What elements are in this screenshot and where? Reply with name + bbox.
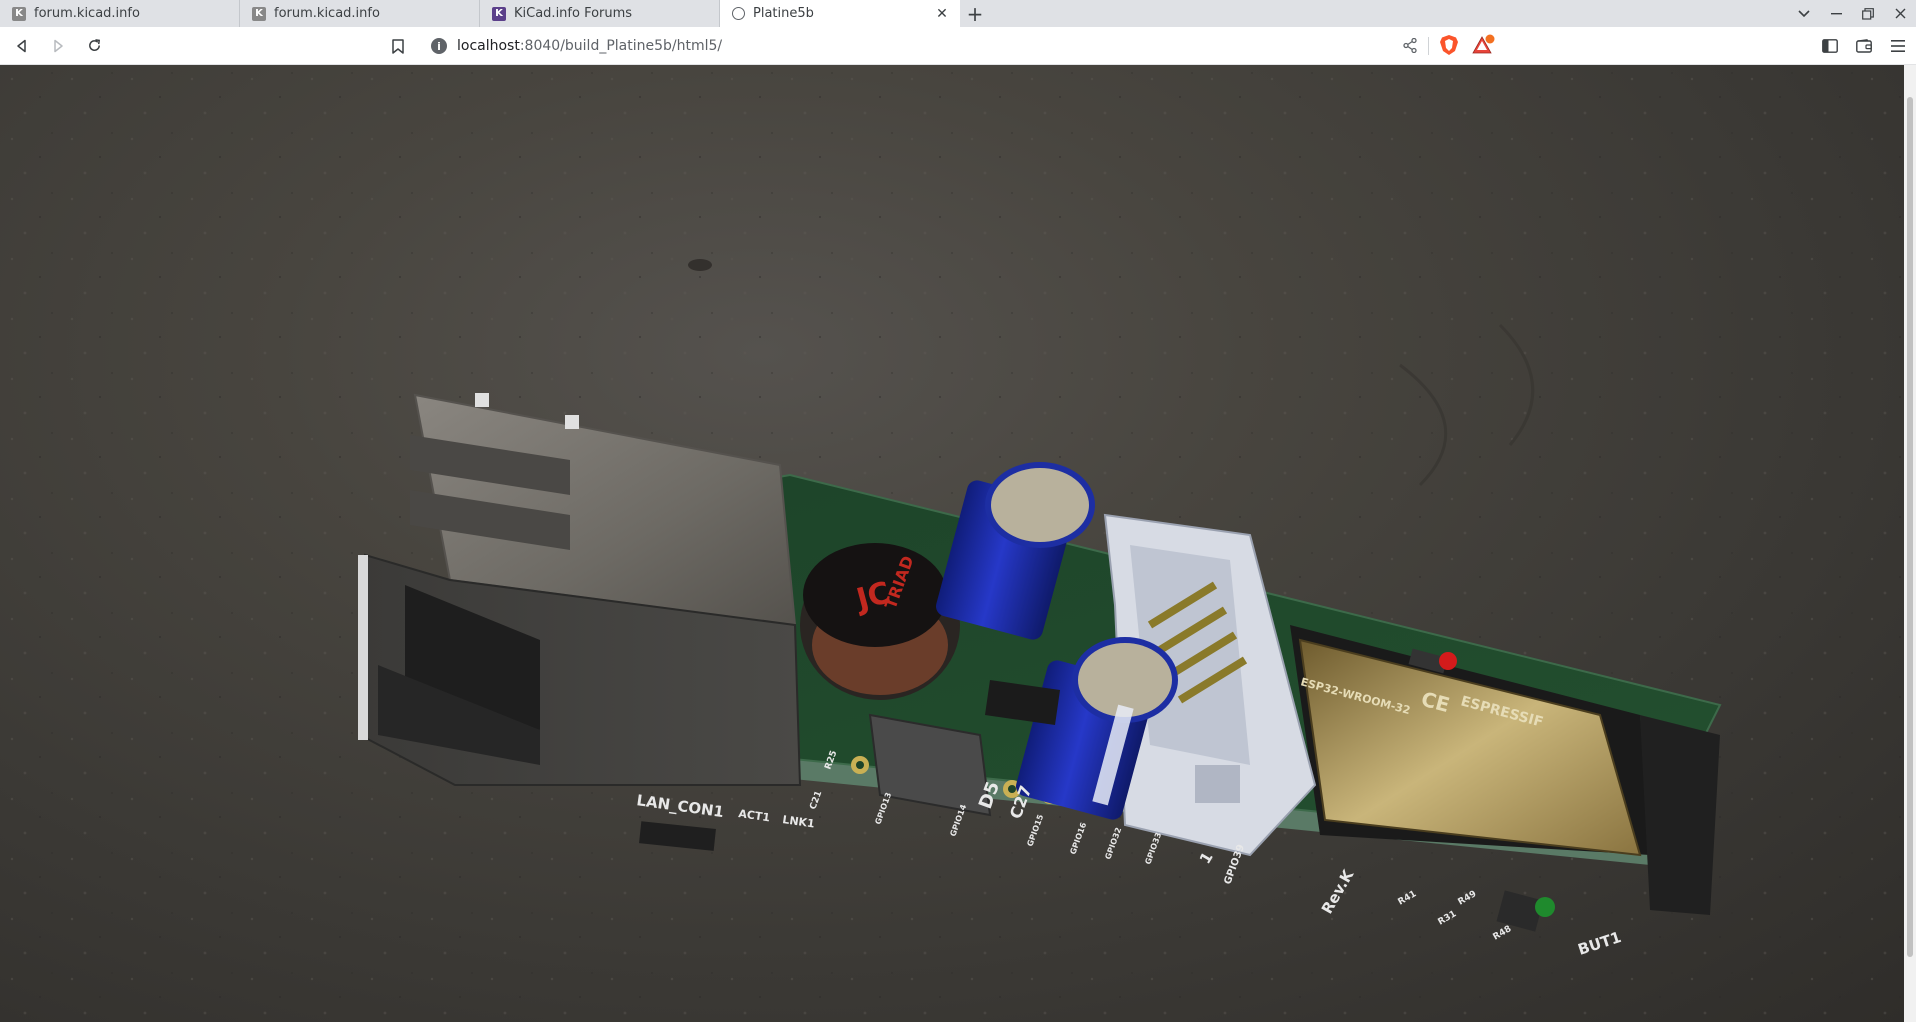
brave-shields-icon[interactable] bbox=[1438, 34, 1460, 56]
kicad-icon: K bbox=[12, 6, 26, 21]
back-button[interactable] bbox=[8, 32, 36, 60]
browser-toolbar: i localhost:8040/build_Platine5b/html5/ bbox=[0, 27, 1916, 65]
back-arrow-icon bbox=[17, 39, 26, 52]
reload-icon bbox=[88, 39, 100, 51]
hamburger-menu-icon bbox=[1891, 40, 1905, 52]
share-icon bbox=[1403, 37, 1417, 53]
close-window-button[interactable] bbox=[1884, 0, 1916, 27]
globe-icon bbox=[732, 7, 745, 20]
minimize-button[interactable] bbox=[1820, 0, 1852, 27]
wallet-button[interactable] bbox=[1852, 34, 1876, 58]
new-tab-button[interactable]: + bbox=[960, 0, 990, 27]
kicad-icon: K bbox=[252, 6, 266, 21]
menu-button[interactable] bbox=[1886, 34, 1910, 58]
kicad-icon: K bbox=[492, 6, 506, 21]
bookmark-icon bbox=[392, 38, 404, 54]
vertical-scrollbar[interactable] bbox=[1904, 65, 1916, 1022]
sidebar-toggle-button[interactable] bbox=[1818, 34, 1842, 58]
wallet-icon bbox=[1856, 39, 1872, 53]
forward-button[interactable] bbox=[44, 32, 72, 60]
reload-button[interactable] bbox=[80, 32, 108, 60]
brave-rewards-icon[interactable] bbox=[1472, 34, 1496, 56]
green-button-cap bbox=[1535, 897, 1555, 917]
site-info-icon[interactable]: i bbox=[431, 38, 447, 54]
toolbar-divider bbox=[1428, 37, 1429, 55]
scrollbar-thumb[interactable] bbox=[1907, 97, 1913, 957]
pcb-3d-render: CE ESPRESSIF ESP32-WROOM-32 JC TRIAD LAN… bbox=[0, 65, 1904, 1022]
url-text[interactable]: localhost:8040/build_Platine5b/html5/ bbox=[457, 38, 722, 54]
bookmark-button[interactable] bbox=[386, 32, 410, 60]
tab-platine5b[interactable]: Platine5b ✕ bbox=[720, 0, 960, 27]
share-button[interactable] bbox=[1400, 35, 1420, 55]
tab-forum-kicad-1[interactable]: K forum.kicad.info bbox=[0, 0, 240, 27]
red-led bbox=[1439, 652, 1457, 670]
tab-strip: K forum.kicad.info K forum.kicad.info K … bbox=[0, 0, 1916, 27]
tab-kicad-forums[interactable]: K KiCad.info Forums bbox=[480, 0, 720, 27]
close-tab-icon[interactable]: ✕ bbox=[934, 6, 950, 22]
window-controls bbox=[1788, 0, 1916, 27]
tab-label: forum.kicad.info bbox=[274, 6, 380, 21]
url-host: localhost bbox=[457, 38, 520, 54]
address-bar[interactable]: i localhost:8040/build_Platine5b/html5/ bbox=[420, 31, 1420, 61]
3d-viewer-canvas[interactable]: CE ESPRESSIF ESP32-WROOM-32 JC TRIAD LAN… bbox=[0, 65, 1904, 1022]
sidebar-icon bbox=[1822, 39, 1838, 53]
tab-label: KiCad.info Forums bbox=[514, 6, 633, 21]
forward-arrow-icon bbox=[54, 39, 63, 52]
tab-search-dropdown-icon[interactable] bbox=[1788, 0, 1820, 27]
tab-label: Platine5b bbox=[753, 6, 814, 21]
restore-button[interactable] bbox=[1852, 0, 1884, 27]
tab-forum-kicad-2[interactable]: K forum.kicad.info bbox=[240, 0, 480, 27]
url-path: :8040/build_Platine5b/html5/ bbox=[519, 38, 723, 54]
tab-label: forum.kicad.info bbox=[34, 6, 140, 21]
